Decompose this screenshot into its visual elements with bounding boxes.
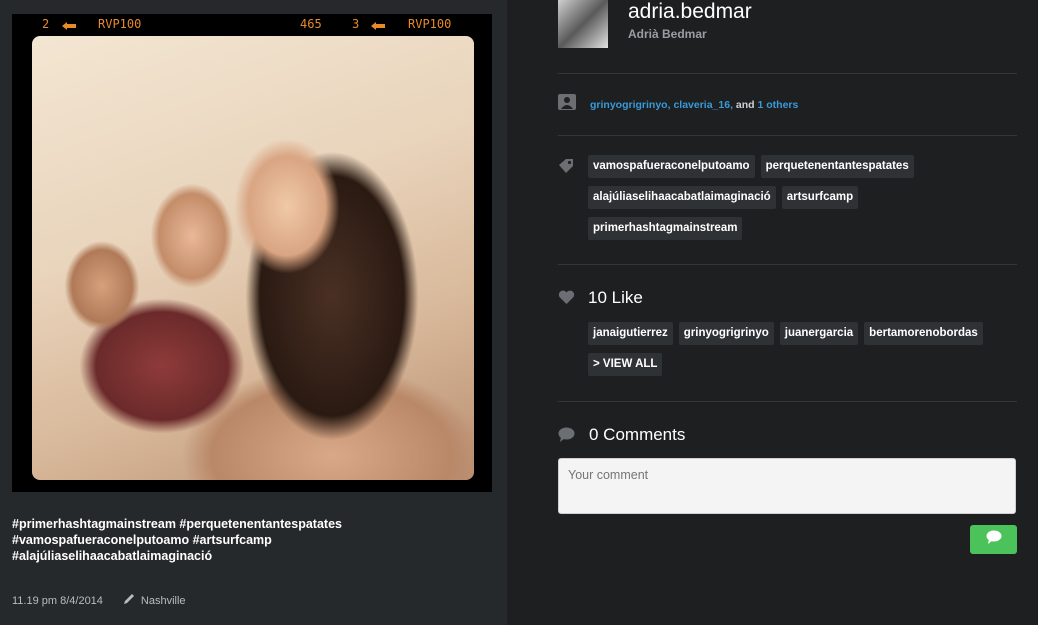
liker-chip[interactable]: janaigutierrez [588, 322, 673, 345]
send-comment-button[interactable] [970, 525, 1017, 554]
heart-icon[interactable] [558, 290, 575, 310]
film-arrow-icon [371, 19, 385, 33]
username[interactable]: adria.bedmar [628, 0, 752, 24]
post-meta: 11.19 pm 8/4/2014 Nashville [12, 593, 186, 608]
divider [558, 135, 1017, 136]
divider [558, 401, 1017, 402]
hashtag-chip[interactable]: vamospafueraconelputoamo [588, 155, 755, 178]
caption-line: #vamospafueraconelputoamo #artsurfcamp [12, 533, 272, 547]
film-number-mid: 465 [300, 17, 322, 31]
comments-count: 0 Comments [589, 425, 686, 444]
tagged-and-text: and [735, 99, 755, 111]
view-all-likes-button[interactable]: > VIEW ALL [588, 353, 663, 376]
film-frame-number-left: 2 [42, 17, 50, 31]
tagged-others-link[interactable]: 1 others [758, 99, 799, 111]
avatar[interactable] [558, 0, 608, 48]
comment-bubble-icon [558, 427, 575, 447]
post-timestamp: 11.19 pm 8/4/2014 [12, 594, 103, 607]
tagged-users: grinyogrigrinyo, claveria_16, and 1 othe… [590, 99, 798, 111]
location[interactable]: Nashville [123, 593, 186, 608]
photo-frame: 2 RVP100 465 3 RVP100 [12, 14, 492, 492]
film-edge-markings: 2 RVP100 465 3 RVP100 [12, 14, 492, 36]
hashtag-chip[interactable]: primerhashtagmainstream [588, 217, 743, 240]
tagged-user-link[interactable]: grinyogrigrinyo, [590, 99, 671, 111]
film-frame-number-right: 3 [352, 17, 360, 31]
hashtag-list: vamospafueraconelputoamo perquetenentante… [588, 155, 1028, 248]
hashtag-chip[interactable]: perquetenentantespatates [760, 155, 914, 178]
hashtag-chip[interactable]: alajúliaselihaacabatlaimaginació [588, 186, 776, 209]
film-code-right: RVP100 [408, 17, 452, 31]
likes-count: 10 Like [588, 288, 643, 307]
divider [558, 73, 1017, 74]
comment-input[interactable] [558, 458, 1016, 514]
likers-list: janaigutierrez grinyogrigrinyo juanergarci… [588, 322, 1028, 384]
tagged-person-icon [558, 94, 576, 115]
liker-chip[interactable]: grinyogrigrinyo [678, 322, 774, 345]
pencil-icon [123, 593, 141, 608]
post-photo[interactable] [32, 36, 474, 480]
photo-panel: 2 RVP100 465 3 RVP100 #primerhashtagmain… [0, 0, 507, 625]
tag-icon [558, 158, 575, 180]
caption-line: #primerhashtagmainstream #perquetenentan… [12, 517, 342, 531]
location-label: Nashville [140, 594, 186, 607]
liker-chip[interactable]: juanergarcia [779, 322, 859, 345]
film-code-left: RVP100 [98, 17, 142, 31]
hashtag-chip[interactable]: artsurfcamp [781, 186, 859, 209]
details-panel [507, 0, 1038, 625]
divider [558, 264, 1017, 265]
film-arrow-icon [62, 19, 76, 33]
chat-bubble-icon [986, 530, 1002, 549]
photo-caption: #primerhashtagmainstream #perquetenentan… [12, 516, 482, 564]
caption-line: #alajúliaselihaacabatlaimaginació [12, 549, 213, 563]
full-name: Adrià Bedmar [628, 27, 707, 41]
tagged-user-link[interactable]: claveria_16, [673, 99, 733, 111]
liker-chip[interactable]: bertamorenobordas [864, 322, 983, 345]
